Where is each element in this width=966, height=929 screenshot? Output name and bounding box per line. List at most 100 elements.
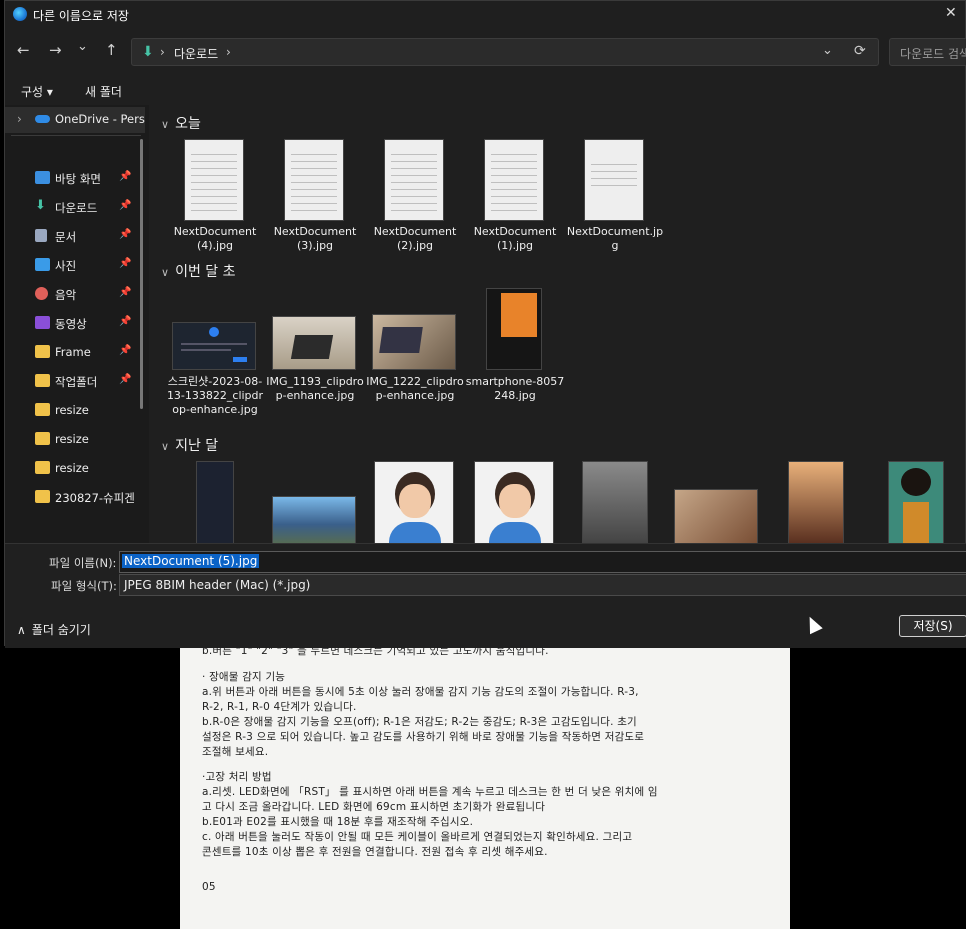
group-label: 오늘	[175, 116, 201, 132]
file-thumbnail[interactable]	[487, 289, 541, 369]
title-bar: 다른 이름으로 저장 ✕	[5, 1, 966, 29]
sidebar-item-label: 바탕 화면	[55, 172, 101, 186]
doc-line: 고 다시 조금 올라갑니다. LED 화면에 69cm 표시하면 초기화가 완료…	[202, 801, 546, 813]
doc-line: b.E01과 E02를 표시했을 때 18분 후를 재조작해 주십시오.	[202, 816, 474, 828]
filetype-value: JPEG 8BIM header (Mac) (*.jpg)	[124, 578, 311, 592]
file-name[interactable]: 스크린샷-2023-08-13-133822_clipdrop-enhance.…	[165, 375, 265, 417]
download-icon: ⬇	[35, 198, 46, 213]
up-arrow-icon[interactable]: ↑	[105, 41, 118, 59]
file-thumbnail[interactable]	[583, 462, 647, 543]
document-icon	[35, 229, 47, 242]
file-name[interactable]: NextDocument (4).jpg	[165, 225, 265, 253]
group-header-this-month[interactable]: ∨ 이번 달 초	[161, 261, 235, 281]
back-arrow-icon[interactable]: ←	[17, 41, 30, 59]
file-thumbnail[interactable]	[273, 317, 355, 369]
sidebar-item-spigen[interactable]: 230827-슈피겐	[5, 485, 145, 511]
doc-line: a.리셋. LED화면에 「RST」 를 표시하면 아래 버튼을 계속 누르고 …	[202, 786, 658, 798]
sidebar-item-music[interactable]: 음악 📌	[5, 282, 145, 308]
sidebar-item-videos[interactable]: 동영상 📌	[5, 311, 145, 337]
navigation-pane: › OneDrive - Pers 바탕 화면 📌 ⬇ 다운로드 📌 문서 📌 …	[5, 105, 149, 543]
file-thumbnail[interactable]	[385, 140, 443, 220]
sidebar-item-label: Frame	[55, 345, 91, 359]
pin-icon: 📌	[119, 258, 132, 269]
filetype-label: 파일 형식(T):	[51, 579, 117, 593]
file-name[interactable]: NextDocument (2).jpg	[365, 225, 465, 253]
filename-input[interactable]: NextDocument (5).jpg	[119, 551, 966, 573]
pin-icon: 📌	[119, 287, 132, 298]
organize-button[interactable]: 구성 ▾	[21, 83, 53, 100]
doc-line: ·고장 처리 방법	[202, 771, 272, 783]
file-thumbnail[interactable]	[373, 315, 455, 369]
group-header-today[interactable]: ∨ 오늘	[161, 113, 201, 133]
sidebar-item-label: resize	[55, 403, 89, 417]
file-name[interactable]: IMG_1193_clipdrop-enhance.jpg	[265, 375, 365, 403]
filename-label: 파일 이름(N):	[49, 556, 117, 570]
file-thumbnail[interactable]	[889, 462, 943, 543]
sidebar-item-pictures[interactable]: 사진 📌	[5, 253, 145, 279]
folder-icon	[35, 374, 50, 387]
file-name[interactable]: NextDocument (3).jpg	[265, 225, 365, 253]
folder-icon	[35, 345, 50, 358]
sidebar-item-downloads[interactable]: ⬇ 다운로드 📌	[5, 195, 145, 221]
doc-line: b.R-0은 장애물 감지 기능을 오프(off); R-1은 저감도; R-2…	[202, 716, 637, 728]
chevron-down-icon: ∨	[161, 266, 170, 279]
sidebar-item-resize[interactable]: resize	[5, 398, 145, 424]
file-thumbnail[interactable]	[273, 497, 355, 543]
file-thumbnail[interactable]	[173, 323, 255, 369]
file-thumbnail[interactable]	[375, 462, 453, 543]
file-thumbnail[interactable]	[197, 462, 233, 543]
forward-arrow-icon[interactable]: →	[49, 41, 62, 59]
sidebar-item-resize[interactable]: resize	[5, 456, 145, 482]
sidebar-item-resize[interactable]: resize	[5, 427, 145, 453]
file-thumbnail[interactable]	[285, 140, 343, 220]
file-thumbnail[interactable]	[185, 140, 243, 220]
file-thumbnail[interactable]	[485, 140, 543, 220]
sidebar-item-label: 230827-슈피겐	[55, 491, 135, 505]
desktop-icon	[35, 171, 50, 184]
sidebar-item-label: OneDrive - Pers	[55, 112, 145, 126]
breadcrumb-chevron-icon[interactable]: ›	[226, 45, 231, 59]
address-dropdown-icon[interactable]: ⌄	[822, 43, 833, 58]
edge-browser-icon	[13, 7, 27, 21]
search-input[interactable]: 다운로드 검색	[889, 38, 966, 66]
command-bar: 구성 ▾ 새 폴더	[5, 75, 966, 105]
recent-locations-icon[interactable]: ⌄	[77, 39, 88, 54]
sidebar-item-frame[interactable]: Frame 📌	[5, 340, 145, 366]
doc-line: · 장애물 감지 기능	[202, 671, 286, 683]
pin-icon: 📌	[119, 345, 132, 356]
sidebar-item-documents[interactable]: 문서 📌	[5, 224, 145, 250]
sidebar-item-workfolder[interactable]: 작업폴더 📌	[5, 369, 145, 395]
file-thumbnail[interactable]	[585, 140, 643, 220]
chevron-up-icon: ∧	[17, 623, 26, 637]
sidebar-scrollbar[interactable]	[140, 139, 143, 409]
file-thumbnail[interactable]	[475, 462, 553, 543]
filename-value[interactable]: NextDocument (5).jpg	[122, 554, 260, 568]
save-button[interactable]: 저장(S)	[899, 615, 966, 637]
sidebar-item-label: 작업폴더	[55, 375, 98, 389]
breadcrumb-downloads[interactable]: 다운로드	[174, 45, 218, 62]
folder-icon	[35, 461, 50, 474]
refresh-icon[interactable]: ⟳	[854, 43, 866, 59]
pictures-icon	[35, 258, 50, 271]
close-icon[interactable]: ✕	[945, 5, 957, 21]
video-icon	[35, 316, 50, 329]
file-thumbnail[interactable]	[789, 462, 843, 543]
file-name[interactable]: smartphone-8057248.jpg	[465, 375, 565, 403]
breadcrumb-separator: ›	[160, 45, 165, 59]
expand-chevron-icon[interactable]: ›	[17, 112, 22, 126]
filetype-select[interactable]: JPEG 8BIM header (Mac) (*.jpg)	[119, 574, 966, 596]
file-thumbnail[interactable]	[675, 490, 757, 543]
sidebar-item-label: 동영상	[55, 317, 87, 331]
file-name[interactable]: IMG_1222_clipdrop-enhance.jpg	[365, 375, 465, 403]
group-header-last-month[interactable]: ∨ 지난 달	[161, 435, 218, 455]
background-document: b.버튼 "1" "2" "3" 을 누르면 데스크는 기억되고 있는 고도까지…	[180, 640, 790, 929]
file-name[interactable]: NextDocument (1).jpg	[465, 225, 565, 253]
hide-folders-button[interactable]: ∧ 폴더 숨기기	[17, 621, 91, 638]
sidebar-item-desktop[interactable]: 바탕 화면 📌	[5, 166, 145, 192]
sidebar-item-onedrive[interactable]: › OneDrive - Pers	[5, 107, 145, 133]
divider	[11, 135, 141, 136]
file-name[interactable]: NextDocument.jpg	[565, 225, 665, 253]
new-folder-button[interactable]: 새 폴더	[85, 83, 122, 100]
save-as-dialog: 다른 이름으로 저장 ✕ ← → ⌄ ↑ ⬇ › 다운로드 › ⌄ ⟳ 다운로드…	[4, 0, 966, 648]
address-bar[interactable]: ⬇ › 다운로드 › ⌄ ⟳	[131, 38, 879, 66]
